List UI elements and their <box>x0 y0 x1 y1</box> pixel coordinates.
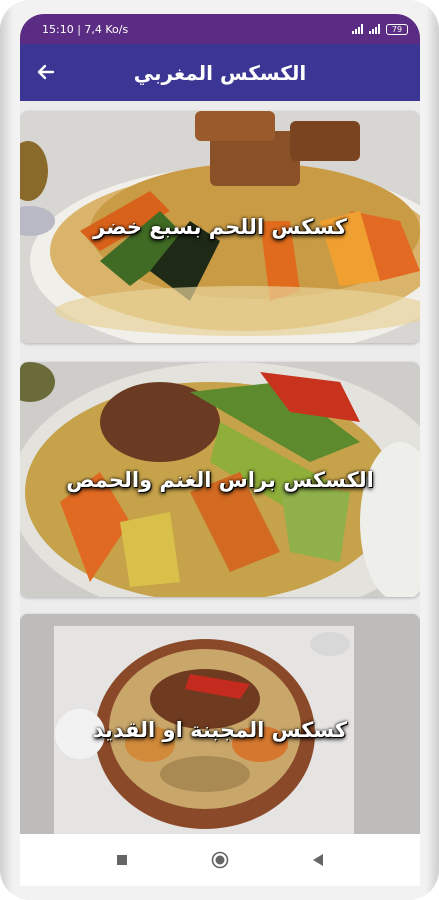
recipe-list: كسكس اللحم بسبع خضر الكسكس براس الغنم وا… <box>20 101 420 846</box>
battery-icon: 79 <box>386 23 408 35</box>
status-icons: 79 <box>352 23 408 35</box>
recipe-title-1: كسكس اللحم بسبع خضر <box>93 215 347 239</box>
recipe-title-3: كسكس المجبنة او القديد <box>92 718 348 742</box>
recipe-card-2[interactable]: الكسكس براس الغنم والحمص <box>20 362 420 597</box>
home-button[interactable] <box>208 848 232 872</box>
recipe-card-1[interactable]: كسكس اللحم بسبع خضر <box>20 111 420 343</box>
status-bar: 15:10 | 7,4 Ko/s 79 <box>20 14 420 44</box>
signal-icon <box>352 24 363 34</box>
recipe-card-3[interactable]: كسكس المجبنة او القديد <box>20 614 420 846</box>
triangle-back-icon <box>313 854 323 866</box>
circle-icon <box>211 851 229 869</box>
system-nav-bar <box>20 834 420 886</box>
screen: 15:10 | 7,4 Ko/s 79 الكسكس المغربي كسكس … <box>20 14 420 886</box>
signal-icon-2 <box>369 24 380 34</box>
status-time: 15:10 | 7,4 Ko/s <box>42 22 129 36</box>
recipe-title-2: الكسكس براس الغنم والحمص <box>66 467 374 492</box>
back-nav-button[interactable] <box>306 848 330 872</box>
square-icon <box>117 855 127 865</box>
back-button[interactable] <box>32 58 60 86</box>
page-title: الكسكس المغربي <box>133 60 307 85</box>
recents-button[interactable] <box>110 848 134 872</box>
phone-frame: 15:10 | 7,4 Ko/s 79 الكسكس المغربي كسكس … <box>0 0 439 900</box>
arrow-left-icon <box>37 64 55 80</box>
app-bar: الكسكس المغربي <box>20 44 420 101</box>
